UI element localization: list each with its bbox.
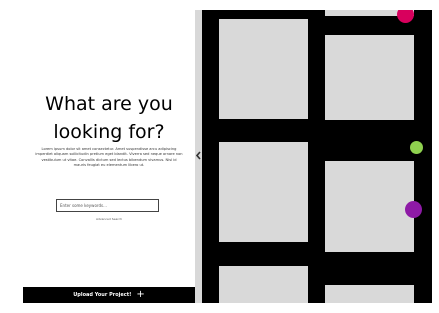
chevron-left-icon [196, 151, 201, 160]
upload-project-button[interactable]: Upload Your Project! + [23, 287, 195, 303]
map-block[interactable] [325, 161, 414, 252]
collapse-panel-handle[interactable] [196, 151, 201, 160]
map-block[interactable] [325, 35, 414, 120]
map-pin-purple[interactable] [405, 201, 422, 218]
page-title: What are you looking for? [45, 93, 173, 143]
upload-project-label: Upload Your Project! [73, 292, 132, 298]
intro-text: Lorem ipsum dolor sit amet consectetur. … [35, 147, 183, 168]
map-block[interactable] [325, 285, 414, 303]
plus-icon: + [136, 289, 145, 300]
app-frame: What are you looking for? Lorem ipsum do… [23, 10, 432, 303]
map-pin-green[interactable] [410, 141, 423, 154]
map-pin-magenta[interactable] [397, 10, 414, 23]
map-view[interactable] [202, 10, 432, 303]
map-block[interactable] [219, 142, 308, 242]
keyword-search-input[interactable] [56, 199, 159, 212]
search-panel: What are you looking for? Lorem ipsum do… [23, 10, 195, 303]
map-block[interactable] [219, 266, 308, 303]
map-block[interactable] [219, 19, 308, 119]
advanced-search-link[interactable]: Advanced Search [23, 217, 195, 221]
